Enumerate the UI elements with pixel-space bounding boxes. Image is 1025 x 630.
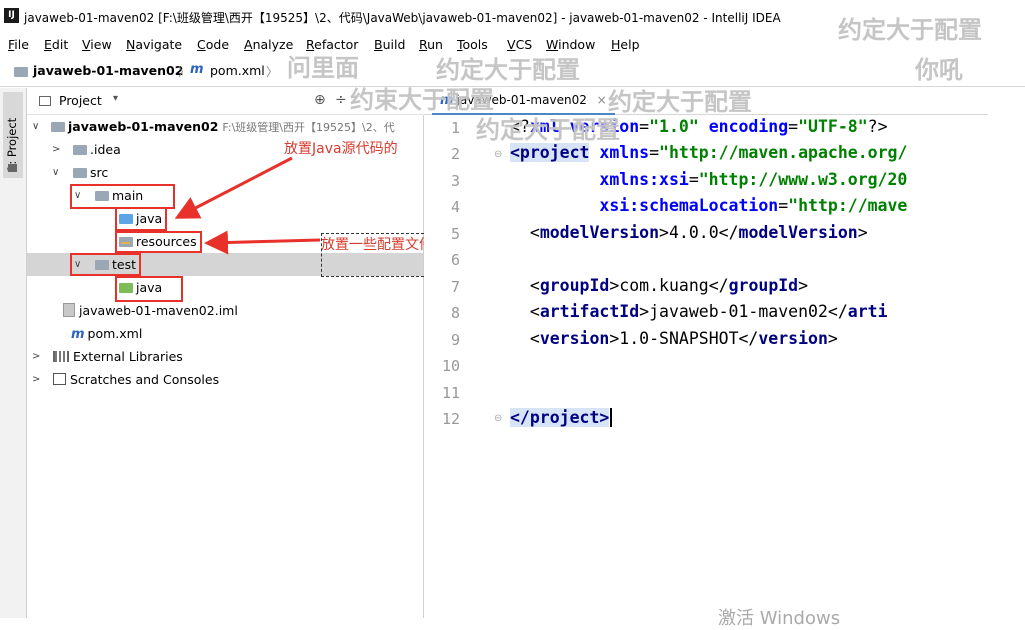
code-editor[interactable]: <?xml version="1.0" encoding="UTF-8"?> <… xyxy=(502,115,988,618)
code-line-12: </project> xyxy=(510,408,613,427)
code-line-5: <modelVersion>4.0.0</modelVersion> xyxy=(510,223,868,242)
line-number: 10 xyxy=(441,357,460,375)
code-line-9: <version>1.0-SNAPSHOT</version> xyxy=(510,329,838,348)
code-line-3: xmlns:xsi="http://www.w3.org/20 xyxy=(510,170,908,189)
line-number: 7 xyxy=(450,278,460,296)
code-line-4: xsi:schemaLocation="http://mave xyxy=(510,196,908,215)
tab-label: javaweb-01-maven02 xyxy=(456,93,587,107)
line-number: 5 xyxy=(450,225,460,243)
line-number: 9 xyxy=(450,331,460,349)
line-number: 8 xyxy=(450,304,460,322)
line-number: 12 xyxy=(441,410,460,428)
line-number: 11 xyxy=(441,384,460,402)
line-number: 3 xyxy=(450,172,460,190)
activate-windows-watermark: 激活 Windows xyxy=(718,608,841,629)
line-number: 4 xyxy=(450,198,460,216)
tab-pom-xml[interactable]: m javaweb-01-maven02 × xyxy=(432,88,615,116)
line-number: 1 xyxy=(450,119,460,137)
line-number: 2 xyxy=(450,145,460,163)
line-number: 6 xyxy=(450,251,460,269)
arrow-to-java xyxy=(174,156,293,219)
code-line-8: <artifactId>javaweb-01-maven02</arti xyxy=(510,302,888,321)
arrow-to-resources xyxy=(204,230,321,255)
editor-scrollbar[interactable] xyxy=(988,88,1025,618)
text-cursor xyxy=(610,408,613,427)
maven-file-icon: m xyxy=(440,93,454,108)
code-line-1: <?xml version="1.0" encoding="UTF-8"?> xyxy=(510,117,888,136)
code-line-7: <groupId>com.kuang</groupId> xyxy=(510,276,809,295)
editor-tab-bar: m javaweb-01-maven02 × xyxy=(424,88,1025,116)
editor-gutter: 1 2 3 4 5 6 7 8 9 10 11 12 ⊖ ⊖ xyxy=(424,115,502,618)
close-icon[interactable]: × xyxy=(597,93,607,107)
code-line-2: <project xmlns="http://maven.apache.org/ xyxy=(510,143,908,162)
